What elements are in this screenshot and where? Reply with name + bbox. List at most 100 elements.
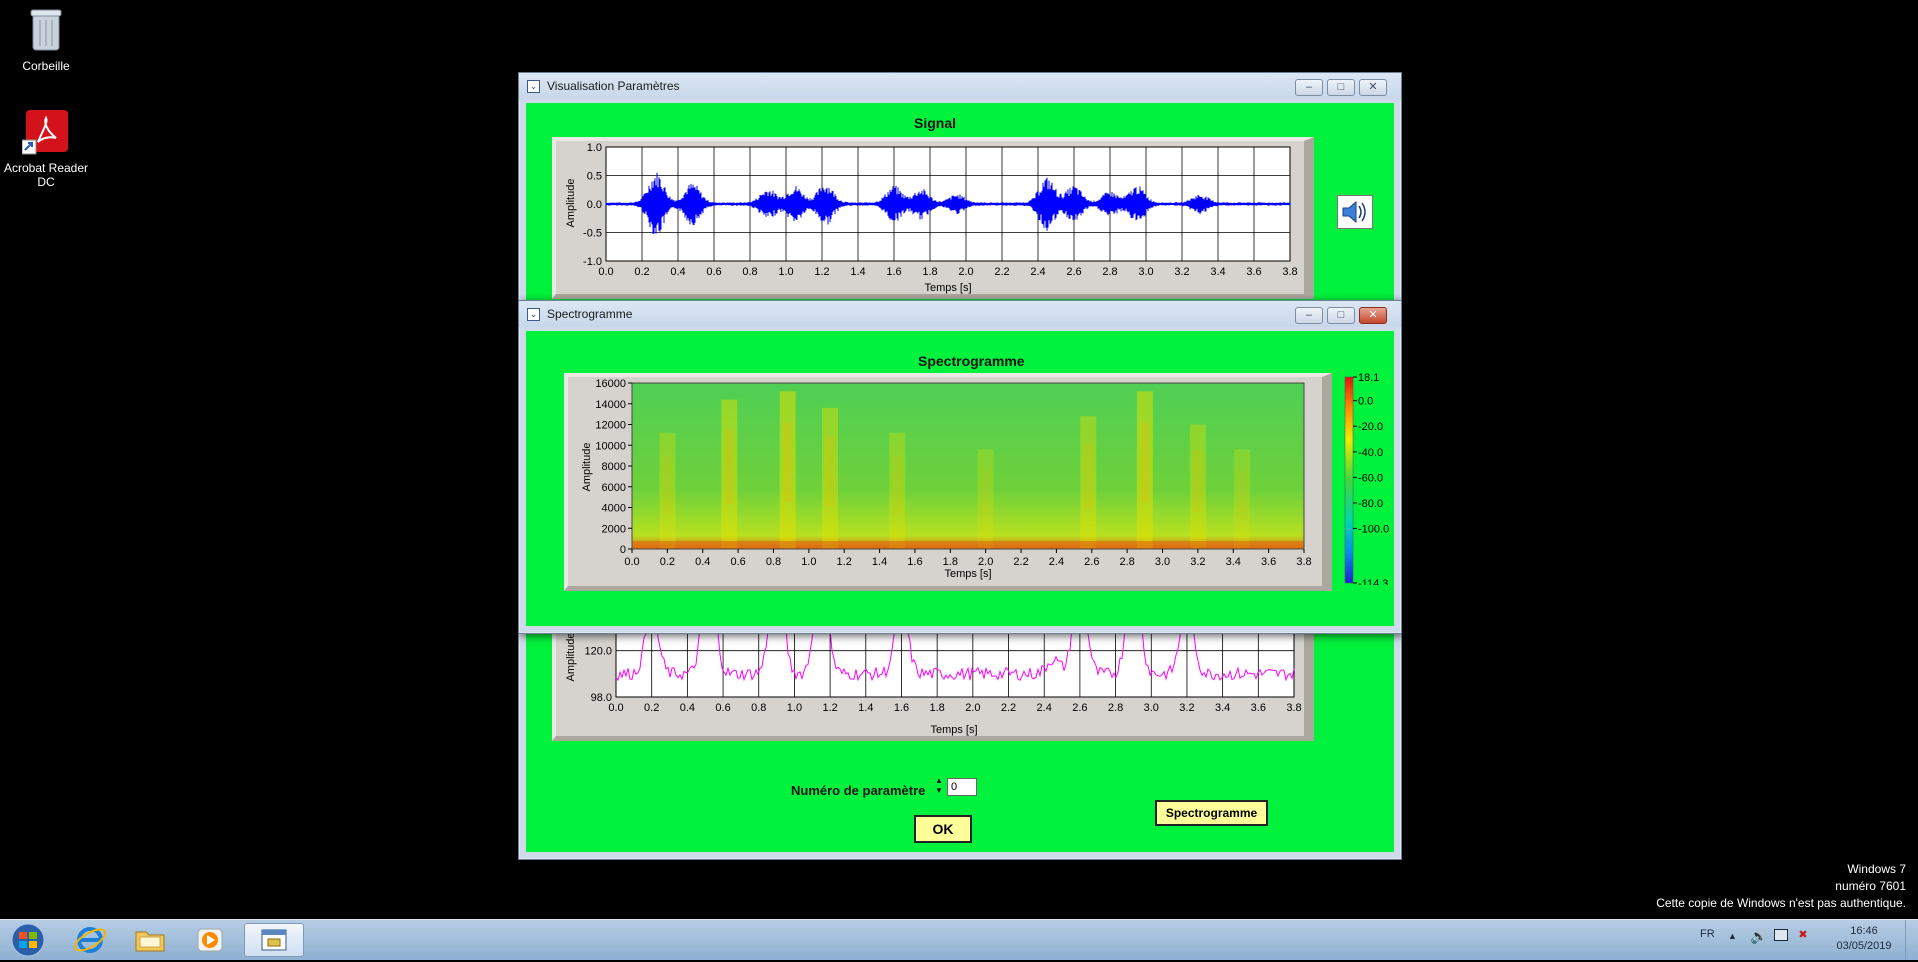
spectrogram-y-tick-label: 10000	[595, 440, 626, 452]
spectrogram-x-tick-label: 1.8	[943, 556, 958, 568]
window-menu-icon[interactable]: ⌄	[527, 308, 540, 321]
spectrogram-x-tick-label: 1.6	[907, 556, 922, 568]
spectrogramme-button[interactable]: Spectrogramme	[1155, 800, 1268, 826]
parameter-x-tick-label: 0.6	[715, 702, 730, 714]
taskbar: FR ▲ 🔊 ✖ 16:46 03/05/2019	[0, 919, 1918, 960]
windows-activation-watermark: Windows 7 numéro 7601 Cette copie de Win…	[1656, 861, 1906, 912]
spectrogram-energy-core	[893, 456, 902, 515]
signal-x-axis-label: Temps [s]	[924, 282, 971, 294]
signal-x-tick-label: 1.6	[886, 266, 901, 278]
spectrogram-energy-core	[1193, 449, 1202, 512]
spectrogram-y-tick-label: 16000	[595, 378, 626, 390]
play-sound-button[interactable]	[1337, 195, 1373, 229]
parameter-x-tick-label: 2.8	[1108, 702, 1123, 714]
spectrogram-y-tick-label: 8000	[602, 461, 626, 473]
spectrogram-x-tick-label: 3.0	[1155, 556, 1170, 568]
spectrogram-x-tick-label: 1.4	[872, 556, 887, 568]
spectrogram-y-tick-label: 2000	[602, 523, 626, 535]
parameter-number-label: Numéro de paramètre	[791, 783, 926, 798]
speaker-icon	[1342, 200, 1366, 224]
ok-button[interactable]: OK	[914, 815, 972, 843]
spectrogram-y-tick-label: 0	[620, 544, 626, 556]
spectrogram-y-tick-label: 4000	[602, 503, 626, 515]
signal-graph: 1.0 0.5 0.0 -0.5 -1.0 0.0 0.2 0.4 0.6 0.8 1.0 1.2 1…	[552, 137, 1314, 299]
spectrogram-y-axis-label: Amplitude	[581, 443, 593, 492]
titlebar[interactable]: ⌄ Spectrogramme – □ ✕	[519, 301, 1401, 327]
spectrogram-x-tick-label: 2.2	[1013, 556, 1028, 568]
minimize-button[interactable]: –	[1295, 307, 1323, 324]
color-scale-tick-label: -60.0	[1358, 472, 1383, 484]
window-client-area: Spectrogramme 16000 14000 12000 10000 8000 60…	[526, 331, 1394, 626]
spinner-up-icon[interactable]: ▲	[935, 776, 945, 786]
minimize-button[interactable]: –	[1295, 79, 1323, 96]
spectrogram-x-tick-label: 2.0	[978, 556, 993, 568]
spectrogram-y-tick-label: 6000	[602, 482, 626, 494]
color-scale-tick-label: -114.3	[1358, 578, 1388, 585]
windows-start-icon	[11, 923, 45, 957]
color-scale-tick-label: -100.0	[1358, 523, 1389, 535]
taskbar-media-player[interactable]	[184, 923, 236, 957]
watermark-line-2: numéro 7601	[1835, 879, 1906, 893]
parameter-x-tick-label: 0.2	[644, 702, 659, 714]
signal-x-tick-label: 0.0	[598, 266, 613, 278]
parameter-number-input[interactable]: 0	[947, 778, 977, 796]
network-icon[interactable]	[1774, 929, 1788, 941]
close-button[interactable]: ✕	[1359, 79, 1387, 96]
volume-icon[interactable]: 🔊	[1750, 928, 1767, 945]
spectrogram-energy-core	[826, 436, 835, 507]
signal-x-tick-label: 1.2	[814, 266, 829, 278]
maximize-button[interactable]: □	[1327, 307, 1355, 324]
taskbar-internet-explorer[interactable]	[64, 923, 116, 957]
spectrogram-y-tick-label: 14000	[595, 399, 626, 411]
show-hidden-icons-button[interactable]: ▲	[1728, 931, 1737, 941]
show-desktop-button[interactable]	[1905, 920, 1918, 960]
window-menu-icon[interactable]: ⌄	[527, 80, 540, 93]
desktop-icon-recycle-bin[interactable]: Corbeille	[0, 6, 92, 73]
color-scale-tick-label: -20.0	[1358, 421, 1383, 433]
titlebar[interactable]: ⌄ Visualisation Paramètres – □ ✕	[519, 73, 1401, 99]
parameter-x-tick-label: 2.0	[965, 702, 980, 714]
spectrogram-plot-title: Spectrogramme	[918, 353, 1025, 369]
clock[interactable]: 16:46 03/05/2019	[1824, 924, 1904, 954]
spectrogram-x-tick-label: 3.2	[1190, 556, 1205, 568]
action-center-icon[interactable]: ✖	[1796, 928, 1810, 942]
signal-y-tick-label: 0.0	[587, 199, 602, 211]
taskbar-labwindows-app[interactable]	[244, 923, 304, 957]
spinner-down-icon[interactable]: ▼	[935, 786, 945, 796]
acrobat-reader-icon	[21, 110, 68, 155]
spectrogram-graph: 16000 14000 12000 10000 8000 6000 4000 2000 0 0.…	[564, 373, 1332, 591]
signal-x-tick-label: 2.4	[1030, 266, 1045, 278]
maximize-button[interactable]: □	[1327, 79, 1355, 96]
signal-y-tick-label: 0.5	[587, 171, 602, 183]
parameter-x-tick-label: 1.4	[858, 702, 873, 714]
spectrogram-plot: 16000 14000 12000 10000 8000 6000 4000 2000 0 0.…	[581, 378, 1312, 580]
taskbar-file-explorer[interactable]	[124, 923, 176, 957]
recycle-bin-label: Corbeille	[22, 59, 70, 73]
signal-x-tick-label: 1.4	[850, 266, 865, 278]
parameter-number-spinner[interactable]: ▲ ▼	[935, 776, 945, 798]
parameter-y-axis-label: Amplitude	[565, 633, 577, 682]
spectrogram-low-frequency-band	[632, 541, 1304, 549]
signal-y-tick-label: -0.5	[583, 228, 602, 240]
parameter-x-tick-label: 0.8	[751, 702, 766, 714]
signal-x-tick-label: 0.8	[742, 266, 757, 278]
parameter-x-tick-label: 0.4	[680, 702, 695, 714]
language-indicator[interactable]: FR	[1700, 928, 1715, 940]
window-spectrogramme: ⌄ Spectrogramme – □ ✕ Spectrogramme 1600…	[518, 300, 1402, 634]
parameter-x-tick-label: 1.2	[822, 702, 837, 714]
signal-x-tick-label: 0.2	[634, 266, 649, 278]
application-window-icon	[261, 929, 287, 951]
parameter-x-tick-label: 2.6	[1072, 702, 1087, 714]
spectrogram-x-tick-label: 2.4	[1049, 556, 1064, 568]
signal-y-tick-label: 1.0	[587, 142, 602, 154]
clock-time: 16:46	[1850, 925, 1878, 937]
window-title: Visualisation Paramètres	[547, 79, 680, 93]
signal-x-tick-label: 0.6	[706, 266, 721, 278]
spectrogram-energy-core	[725, 429, 734, 505]
spectrogram-x-tick-label: 1.2	[837, 556, 852, 568]
signal-y-axis-label: Amplitude	[565, 179, 577, 228]
desktop-icon-acrobat[interactable]: Acrobat Reader DC	[0, 108, 92, 189]
start-button[interactable]	[4, 923, 52, 957]
signal-x-tick-label: 3.2	[1174, 266, 1189, 278]
close-button[interactable]: ✕	[1359, 307, 1387, 324]
